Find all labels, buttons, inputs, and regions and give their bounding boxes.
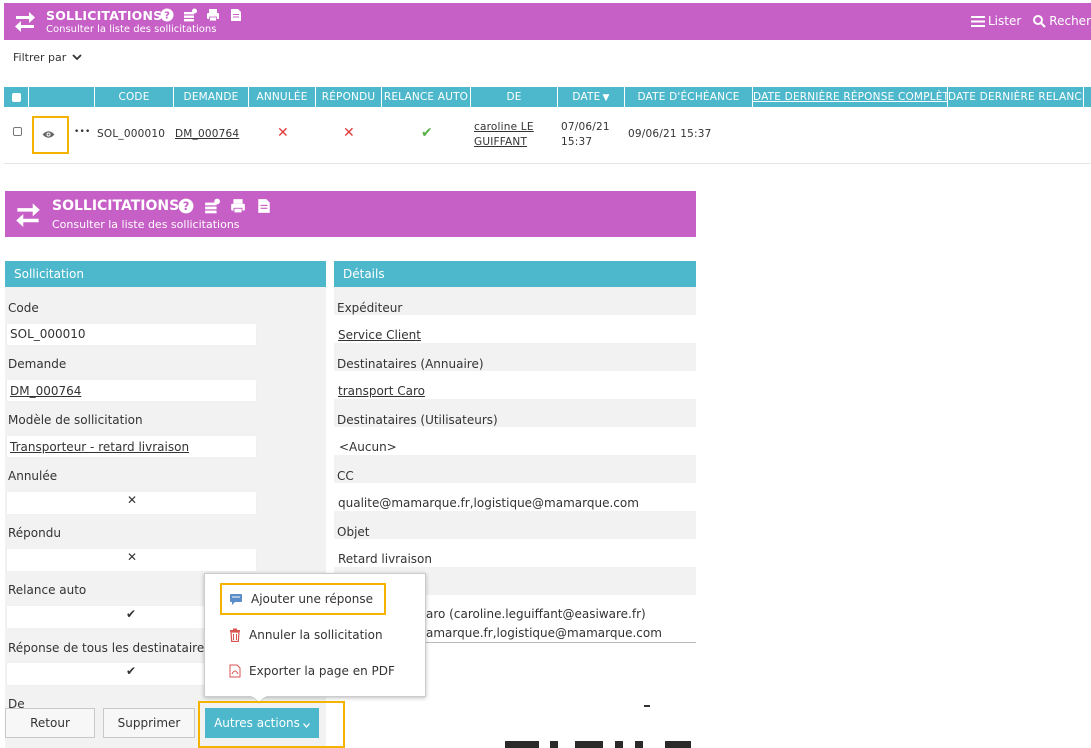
expediteur-label: Expéditeur: [337, 301, 403, 315]
help-icon[interactable]: ?: [160, 8, 174, 22]
partial-value-line2: amarque.fr,logistique@mamarque.com: [426, 626, 662, 640]
row-annulee-cross-icon: ✕: [277, 125, 289, 141]
header-repondu[interactable]: RÉPONDU: [316, 87, 382, 107]
export-icon[interactable]: [256, 198, 272, 214]
search-label: Recher: [1049, 14, 1091, 28]
table-row: ••• SOL_000010 DM_000764 ✕ ✕ ✔ caroline …: [4, 108, 1091, 164]
row-repondu-cross-icon: ✕: [343, 125, 355, 141]
filter-dropdown[interactable]: Filtrer par: [13, 51, 82, 64]
filter-label: Filtrer par: [13, 51, 67, 64]
header-derniere-relance[interactable]: DATE DERNIÈRE RELANCE: [948, 87, 1084, 107]
chevron-down-icon: [72, 54, 82, 61]
row-de-link-line1[interactable]: caroline LE: [474, 121, 534, 133]
modele-link[interactable]: Transporteur - retard livraison: [10, 440, 189, 454]
export-icon[interactable]: [229, 8, 243, 22]
decorative-fragment: [505, 738, 696, 748]
row-echeance: 09/06/21 15:37: [628, 128, 712, 140]
stray-dash: [644, 705, 650, 707]
sollicitation-panel-header: Sollicitation: [5, 261, 326, 287]
demande-link[interactable]: DM_000764: [10, 384, 81, 398]
table-header: CODE DEMANDE ANNULÉE RÉPONDU RELANCE AUT…: [4, 87, 1091, 107]
lister-button[interactable]: Lister: [971, 14, 1021, 28]
list-icon: [971, 15, 985, 27]
help-icon[interactable]: ?: [178, 198, 194, 214]
annulee-cross-icon: ✕: [127, 493, 138, 507]
header-relance-auto[interactable]: RELANCE AUTO: [382, 87, 471, 107]
partial-value-line1: aro (caroline.leguiffant@easiware.fr): [426, 607, 646, 621]
pdf-icon: [229, 664, 241, 678]
demande-label: Demande: [8, 357, 67, 371]
relance-label: Relance auto: [8, 583, 87, 597]
lister-label: Lister: [988, 14, 1022, 28]
menu-item-export-pdf[interactable]: Exporter la page en PDF: [229, 664, 395, 678]
svg-text:?: ?: [164, 11, 170, 22]
header-code[interactable]: CODE: [95, 87, 174, 107]
add-column-icon[interactable]: [183, 8, 197, 22]
row-demande-link[interactable]: DM_000764: [175, 128, 239, 140]
svg-text:?: ?: [183, 199, 190, 213]
reponse-tous-check-icon: ✔: [126, 664, 137, 678]
header-de[interactable]: DE: [471, 87, 558, 107]
swap-arrows-icon: [15, 12, 35, 32]
row-date-line1: 07/06/21: [561, 121, 610, 133]
repondu-cross-icon: ✕: [127, 550, 138, 564]
trash-icon: [230, 628, 240, 642]
detail-title: SOLLICITATIONS: [52, 198, 180, 214]
top-banner: SOLLICITATIONS Consulter la liste des so…: [4, 3, 1091, 40]
code-label: Code: [8, 301, 39, 315]
row-date-line2: 15:37: [561, 136, 593, 148]
sort-desc-icon: ▼: [602, 93, 610, 103]
header-echeance[interactable]: DATE D'ÉCHÉANCE: [625, 87, 753, 107]
row-checkbox[interactable]: [13, 127, 22, 139]
header-derniere-reponse[interactable]: DATE DERNIÈRE RÉPONSE COMPLÈTE: [753, 87, 948, 107]
more-options-icon[interactable]: •••: [74, 127, 91, 137]
reponse-tous-label: Réponse de tous les destinataires: [8, 641, 211, 655]
modele-label: Modèle de sollicitation: [8, 413, 143, 427]
detail-subtitle: Consulter la liste des sollicitations: [52, 218, 240, 231]
header-annulee[interactable]: ANNULÉE: [249, 87, 316, 107]
menu-item-export-pdf-label: Exporter la page en PDF: [249, 664, 395, 678]
objet-label: Objet: [337, 525, 370, 539]
header-demande[interactable]: DEMANDE: [174, 87, 249, 107]
annulee-label: Annulée: [8, 469, 58, 483]
objet-value: Retard livraison: [338, 552, 432, 566]
delete-button[interactable]: Supprimer: [103, 708, 195, 738]
swap-arrows-icon: [16, 203, 40, 227]
search-button[interactable]: Recher: [1033, 14, 1091, 28]
detail-banner: SOLLICITATIONS Consulter la liste des so…: [5, 191, 696, 237]
add-column-icon[interactable]: [204, 198, 220, 214]
repondu-label: Répondu: [8, 526, 61, 540]
menu-item-cancel[interactable]: Annuler la sollicitation: [229, 628, 383, 642]
print-icon[interactable]: [206, 8, 220, 22]
eye-highlight-box: [32, 116, 69, 154]
details-panel-header: Détails: [334, 261, 696, 287]
header-date-label: DATE: [572, 91, 601, 103]
menu-item-cancel-label: Annuler la sollicitation: [249, 628, 383, 642]
header-spacer: [29, 87, 95, 107]
search-icon: [1033, 14, 1047, 28]
other-actions-highlight-box: [198, 701, 345, 748]
row-code: SOL_000010: [97, 128, 166, 140]
page-subtitle: Consulter la liste des sollicitations: [46, 24, 217, 35]
page-title: SOLLICITATIONS: [46, 8, 163, 23]
cc-label: CC: [337, 469, 354, 483]
dest-utilisateurs-label: Destinataires (Utilisateurs): [337, 413, 498, 427]
dest-annuaire-label: Destinataires (Annuaire): [337, 357, 484, 371]
print-icon[interactable]: [230, 198, 246, 214]
select-all-checkbox[interactable]: [4, 87, 29, 107]
dest-utilisateurs-value: <Aucun>: [339, 440, 397, 454]
code-value: SOL_000010: [10, 327, 86, 341]
header-date[interactable]: DATE ▼: [558, 87, 625, 107]
row-de-link-line2[interactable]: GUIFFANT: [474, 136, 527, 148]
relance-check-icon: ✔: [126, 607, 137, 621]
row-relance-check-icon: ✔: [421, 125, 433, 141]
dest-annuaire-link[interactable]: transport Caro: [338, 384, 425, 398]
add-response-highlight-box: [220, 583, 386, 615]
cc-value: qualite@mamarque.fr,logistique@mamarque.…: [338, 496, 639, 510]
expediteur-link[interactable]: Service Client: [338, 328, 421, 342]
back-button[interactable]: Retour: [5, 708, 95, 738]
